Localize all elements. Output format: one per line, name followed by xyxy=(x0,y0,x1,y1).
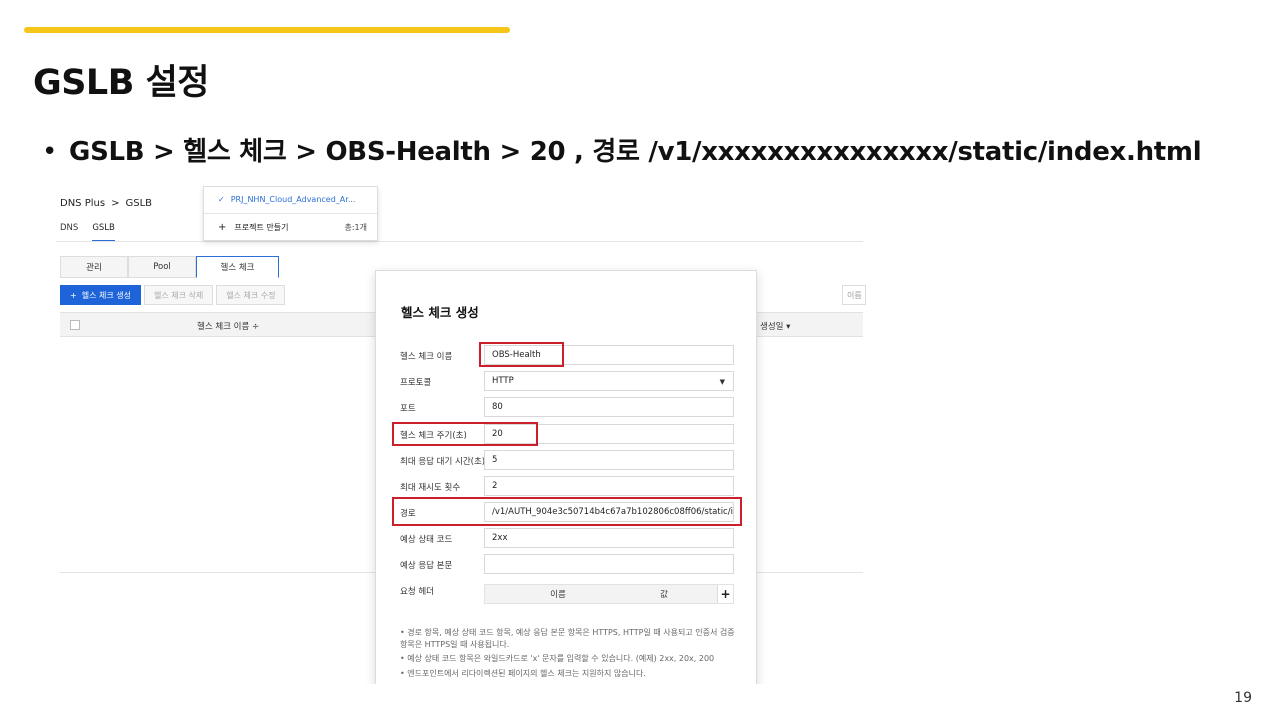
label-expected-status: 예상 상태 코드 xyxy=(400,535,453,545)
note-text: 엔드포인트에서 리다이렉션된 페이지의 헬스 체크는 지원하지 않습니다. xyxy=(407,668,646,678)
label-request-header: 요청 헤더 xyxy=(400,587,434,597)
header-col-name: 이름 xyxy=(550,590,566,600)
note-text: 경로 항목, 예상 상태 코드 항목, 예상 응답 본문 항목은 HTTPS, … xyxy=(400,628,735,649)
timeout-input[interactable]: 5 xyxy=(484,450,734,470)
label-max-retries: 최대 재시도 횟수 xyxy=(400,483,461,493)
column-header-date[interactable]: 생성일 ▾ xyxy=(760,320,790,332)
tab-gslb[interactable]: GSLB xyxy=(92,223,115,242)
tab-pool[interactable]: Pool xyxy=(128,256,196,278)
breadcrumb-dns-plus[interactable]: DNS Plus xyxy=(60,198,105,209)
header-row-spacer xyxy=(485,585,505,603)
note-item: • 예상 상태 코드 항목은 와일드카드로 'x' 문자를 입력할 수 있습니다… xyxy=(400,654,715,664)
add-header-button[interactable]: + xyxy=(717,585,733,603)
max-retries-input[interactable]: 2 xyxy=(484,476,734,496)
label-protocol: 프로토콜 xyxy=(400,378,432,388)
label-health-check-name: 헬스 체크 이름 xyxy=(400,352,453,362)
make-project-label: 프로젝트 만들기 xyxy=(234,223,289,232)
service-tabs: DNS GSLB xyxy=(60,223,129,242)
slide-title: GSLB 설정 xyxy=(33,63,210,103)
plus-icon: + xyxy=(218,222,227,233)
breadcrumb-gslb[interactable]: GSLB xyxy=(125,198,152,209)
caret-down-icon: ▼ xyxy=(719,378,725,386)
modal-title: 헬스 체크 생성 xyxy=(401,305,479,320)
port-input[interactable]: 80 xyxy=(484,397,734,417)
highlight-interval-field xyxy=(392,422,538,446)
highlight-path-field xyxy=(392,497,742,526)
check-icon: ✓ xyxy=(218,195,225,204)
tab-dns[interactable]: DNS xyxy=(60,223,78,233)
header-col-value: 값 xyxy=(660,590,668,600)
tab-health-check[interactable]: 헬스 체크 xyxy=(196,256,279,278)
protocol-select[interactable]: HTTP ▼ xyxy=(484,371,734,391)
protocol-value: HTTP xyxy=(492,376,514,386)
note-item: • 경로 항목, 예상 상태 코드 항목, 예상 응답 본문 항목은 HTTPS… xyxy=(400,628,735,649)
project-count: 총:1개 xyxy=(344,223,367,232)
breadcrumb: DNS Plus > GSLB xyxy=(60,198,152,209)
divider xyxy=(204,213,377,214)
help-notes: • 경로 항목, 예상 상태 코드 항목, 예상 응답 본문 항목은 HTTPS… xyxy=(400,627,740,682)
column-header-name[interactable]: 헬스 체크 이름 ÷ xyxy=(197,320,259,332)
select-all-checkbox[interactable] xyxy=(70,320,80,330)
label-timeout: 최대 응답 대기 시간(초) xyxy=(400,457,486,467)
create-health-check-button[interactable]: + 헬스 체크 생성 xyxy=(60,285,141,305)
label-port: 포트 xyxy=(400,404,416,414)
sub-tabs: 관리 Pool 헬스 체크 xyxy=(60,256,279,278)
chevron-right-icon: > xyxy=(111,198,120,209)
action-bar: + 헬스 체크 생성 헬스 체크 삭제 헬스 체크 수정 xyxy=(60,285,286,305)
note-item: • 엔드포인트에서 리다이렉션된 페이지의 헬스 체크는 지원하지 않습니다. xyxy=(400,668,646,678)
project-dropdown: ✓ PRJ_NHN_Cloud_Advanced_Ar... + 프로젝트 만들기 … xyxy=(203,186,378,241)
title-accent-bar xyxy=(24,27,510,33)
plus-icon: + xyxy=(70,290,77,300)
request-header-table: 이름 값 + xyxy=(484,584,734,604)
note-text: 예상 상태 코드 항목은 와일드카드로 'x' 문자를 입력할 수 있습니다. … xyxy=(407,654,715,664)
expected-status-input[interactable]: 2xx xyxy=(484,528,734,548)
bullet-dot-icon: • xyxy=(42,137,58,167)
project-option-selected[interactable]: ✓ PRJ_NHN_Cloud_Advanced_Ar... xyxy=(218,195,355,204)
delete-health-check-button[interactable]: 헬스 체크 삭제 xyxy=(143,285,214,305)
divider xyxy=(56,241,863,242)
expected-body-input[interactable] xyxy=(484,554,734,574)
search-input[interactable]: 이름 xyxy=(842,285,866,305)
create-health-check-label: 헬스 체크 생성 xyxy=(81,290,131,300)
make-project-button[interactable]: + 프로젝트 만들기 xyxy=(218,222,288,233)
project-name: PRJ_NHN_Cloud_Advanced_Ar... xyxy=(230,195,356,204)
bullet-line: • GSLB > 헬스 체크 > OBS-Health > 20 , 경로 /v1… xyxy=(42,131,1202,168)
page-number: 19 xyxy=(1234,690,1252,706)
create-health-check-modal: 헬스 체크 생성 헬스 체크 이름 OBS-Health 프로토콜 HTTP ▼ … xyxy=(375,270,757,684)
highlight-name-field xyxy=(479,342,564,367)
bullet-text: GSLB > 헬스 체크 > OBS-Health > 20 , 경로 /v1/… xyxy=(69,137,1202,167)
edit-health-check-button[interactable]: 헬스 체크 수정 xyxy=(216,285,286,305)
label-expected-body: 예상 응답 본문 xyxy=(400,561,453,571)
console-screenshot: DNS Plus > GSLB DNS GSLB 관리 Pool 헬스 체크 + 헬스 … xyxy=(56,186,868,684)
tab-manage[interactable]: 관리 xyxy=(60,256,128,278)
